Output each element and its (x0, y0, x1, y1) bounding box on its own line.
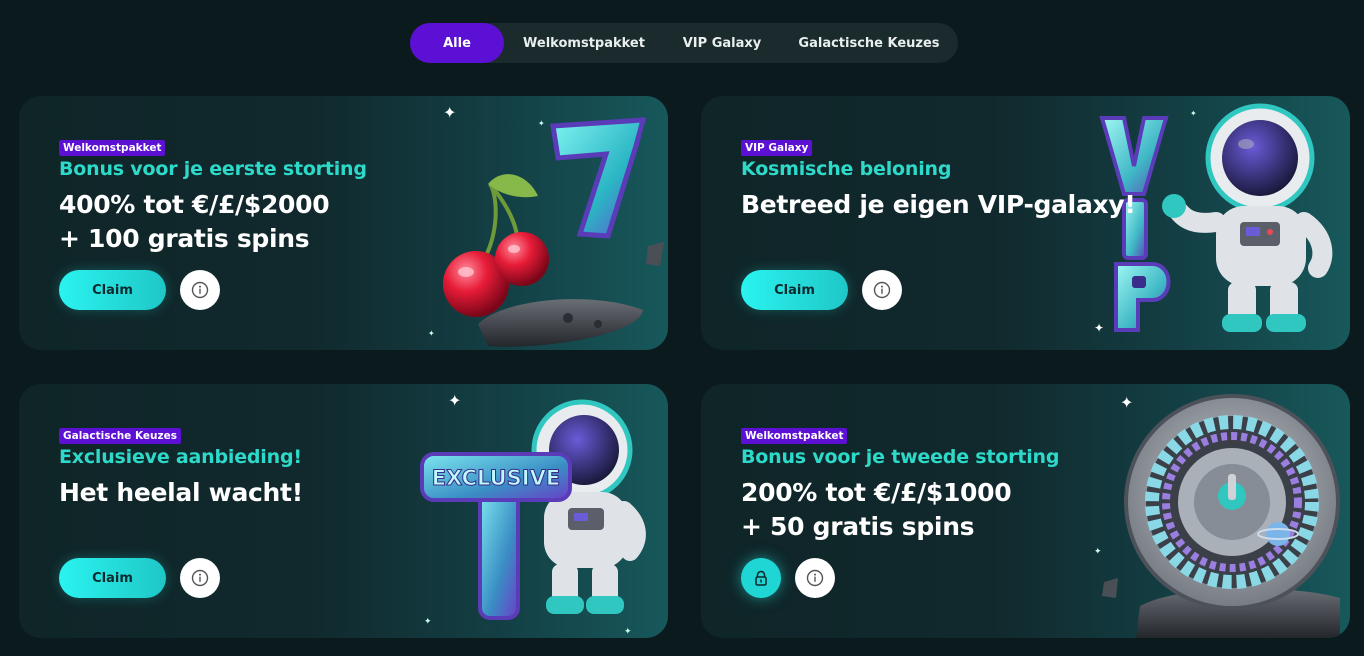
promo-subtitle: Exclusieve aanbieding! (59, 446, 302, 468)
promo-headline-line1: Betreed je eigen VIP-galaxy! (741, 190, 1136, 219)
promo-headline-line1: 400% tot €/£/$2000 (59, 190, 330, 219)
roulette-wheel-illustration: ✦ ✦ (1094, 393, 1340, 638)
svg-text:✦: ✦ (1120, 393, 1133, 412)
promo-badge: Galactische Keuzes (59, 428, 181, 444)
locked-button[interactable] (741, 558, 781, 598)
tab-welkomstpakket[interactable]: Welkomstpakket (504, 23, 664, 63)
promo-content: VIP Galaxy Kosmische beloning Betreed je… (741, 136, 1136, 222)
promo-content: Galactische Keuzes Exclusieve aanbieding… (59, 424, 408, 510)
svg-text:✦: ✦ (443, 103, 456, 122)
promo-badge: Welkomstpakket (59, 140, 166, 156)
info-button[interactable] (795, 558, 835, 598)
astronaut-vip-illustration: ✦ ✦ (1094, 103, 1333, 335)
promo-card: Welkomstpakket Bonus voor je eerste stor… (19, 96, 668, 350)
info-icon (806, 569, 824, 587)
promo-headline-line1: Het heelal wacht! (59, 478, 303, 507)
svg-text:✦: ✦ (428, 329, 435, 338)
promo-card: VIP Galaxy Kosmische beloning Betreed je… (701, 96, 1350, 350)
promo-actions: Claim (59, 558, 220, 598)
info-button[interactable] (180, 558, 220, 598)
promo-card: Galactische Keuzes Exclusieve aanbieding… (19, 384, 668, 638)
info-button[interactable] (862, 270, 902, 310)
tab-galactische-keuzes[interactable]: Galactische Keuzes (780, 23, 958, 63)
promo-subtitle: Bonus voor je eerste storting (59, 158, 367, 180)
category-tabs: Alle Welkomstpakket VIP Galaxy Galactisc… (410, 23, 958, 63)
promo-card: Welkomstpakket Bonus voor je tweede stor… (701, 384, 1350, 638)
claim-button[interactable]: Claim (59, 558, 166, 598)
lock-icon (755, 570, 767, 586)
promo-headline-line1: 200% tot €/£/$1000 (741, 478, 1012, 507)
info-icon (191, 281, 209, 299)
promo-headline: 200% tot €/£/$1000 + 50 gratis spins (741, 476, 1090, 544)
promo-content: Welkomstpakket Bonus voor je eerste stor… (59, 136, 408, 256)
info-button[interactable] (180, 270, 220, 310)
promo-headline-line2: + 50 gratis spins (741, 512, 975, 541)
tab-vip-galaxy[interactable]: VIP Galaxy (664, 23, 780, 63)
promo-subtitle: Kosmische beloning (741, 158, 952, 180)
exclusive-sign-text: EXCLUSIVE (432, 466, 560, 490)
promo-actions: Claim (741, 270, 902, 310)
promo-headline: 400% tot €/£/$2000 + 100 gratis spins (59, 188, 408, 256)
svg-text:✦: ✦ (1190, 109, 1197, 118)
info-icon (873, 281, 891, 299)
astronaut-exclusive-illustration: EXCLUSIVE ✦ ✦ ✦ (420, 391, 646, 637)
svg-text:✦: ✦ (424, 617, 432, 627)
promo-badge: Welkomstpakket (741, 428, 848, 444)
promo-badge: VIP Galaxy (741, 140, 813, 156)
promo-subtitle: Bonus voor je tweede storting (741, 446, 1060, 468)
tab-alle[interactable]: Alle (410, 23, 504, 63)
promo-actions (741, 558, 835, 598)
promo-actions: Claim (59, 270, 220, 310)
svg-text:✦: ✦ (1094, 547, 1102, 557)
promo-content: Welkomstpakket Bonus voor je tweede stor… (741, 424, 1090, 544)
info-icon (191, 569, 209, 587)
promo-headline: Het heelal wacht! (59, 476, 408, 510)
cherries-seven-illustration: ✦ ✦ ✦ (428, 103, 664, 347)
svg-text:✦: ✦ (624, 627, 632, 637)
claim-button[interactable]: Claim (741, 270, 848, 310)
svg-text:✦: ✦ (538, 119, 545, 128)
claim-button[interactable]: Claim (59, 270, 166, 310)
svg-text:✦: ✦ (1094, 321, 1104, 335)
promo-headline-line2: + 100 gratis spins (59, 224, 310, 253)
promo-headline: Betreed je eigen VIP-galaxy! (741, 188, 1136, 222)
svg-text:✦: ✦ (448, 391, 461, 410)
